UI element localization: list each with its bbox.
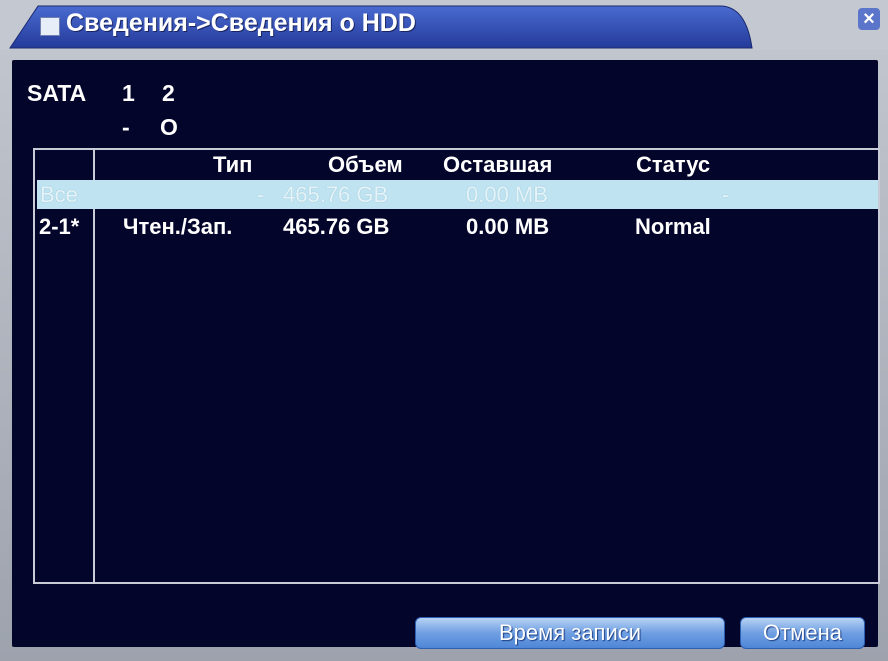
row-type: Чтен./Зап. [123,214,233,239]
row-status: - [722,182,730,207]
window-icon [40,17,60,36]
table-divider [93,150,95,582]
close-icon[interactable]: × [858,8,880,30]
cancel-button[interactable]: Отмена [740,617,865,649]
row-capacity: 465.76 GB [283,182,389,207]
row-status: Normal [635,214,711,239]
hdd-info-window: Сведения->Сведения о HDD × SATA 1 2 - O … [0,0,888,661]
hdd-table: Тип Объем Оставшая Статус Все - 465.76 G… [33,148,880,584]
sata-label: SATA [27,80,87,106]
column-header-remaining: Оставшая [443,152,553,177]
row-capacity: 465.76 GB [283,214,390,239]
table-row[interactable]: Все - 465.76 GB 0.00 MB - [37,180,878,209]
row-remaining: 0.00 MB [466,182,548,207]
sata-port-2-state: O [160,114,178,140]
row-remaining: 0.00 MB [466,214,550,239]
record-time-button[interactable]: Время записи [415,617,725,649]
row-id: Все [40,182,78,207]
row-id: 2-1* [39,214,80,239]
sata-port-2: 2 [162,80,175,106]
window-title: Сведения->Сведения о HDD [66,9,416,37]
title-bar: Сведения->Сведения о HDD × [0,0,888,50]
column-header-status: Статус [636,152,711,177]
sata-port-1-state: - [122,114,130,140]
column-header-capacity: Объем [328,152,403,177]
column-header-type: Тип [213,152,253,177]
row-type: - [257,182,265,207]
sata-port-1: 1 [122,80,135,106]
